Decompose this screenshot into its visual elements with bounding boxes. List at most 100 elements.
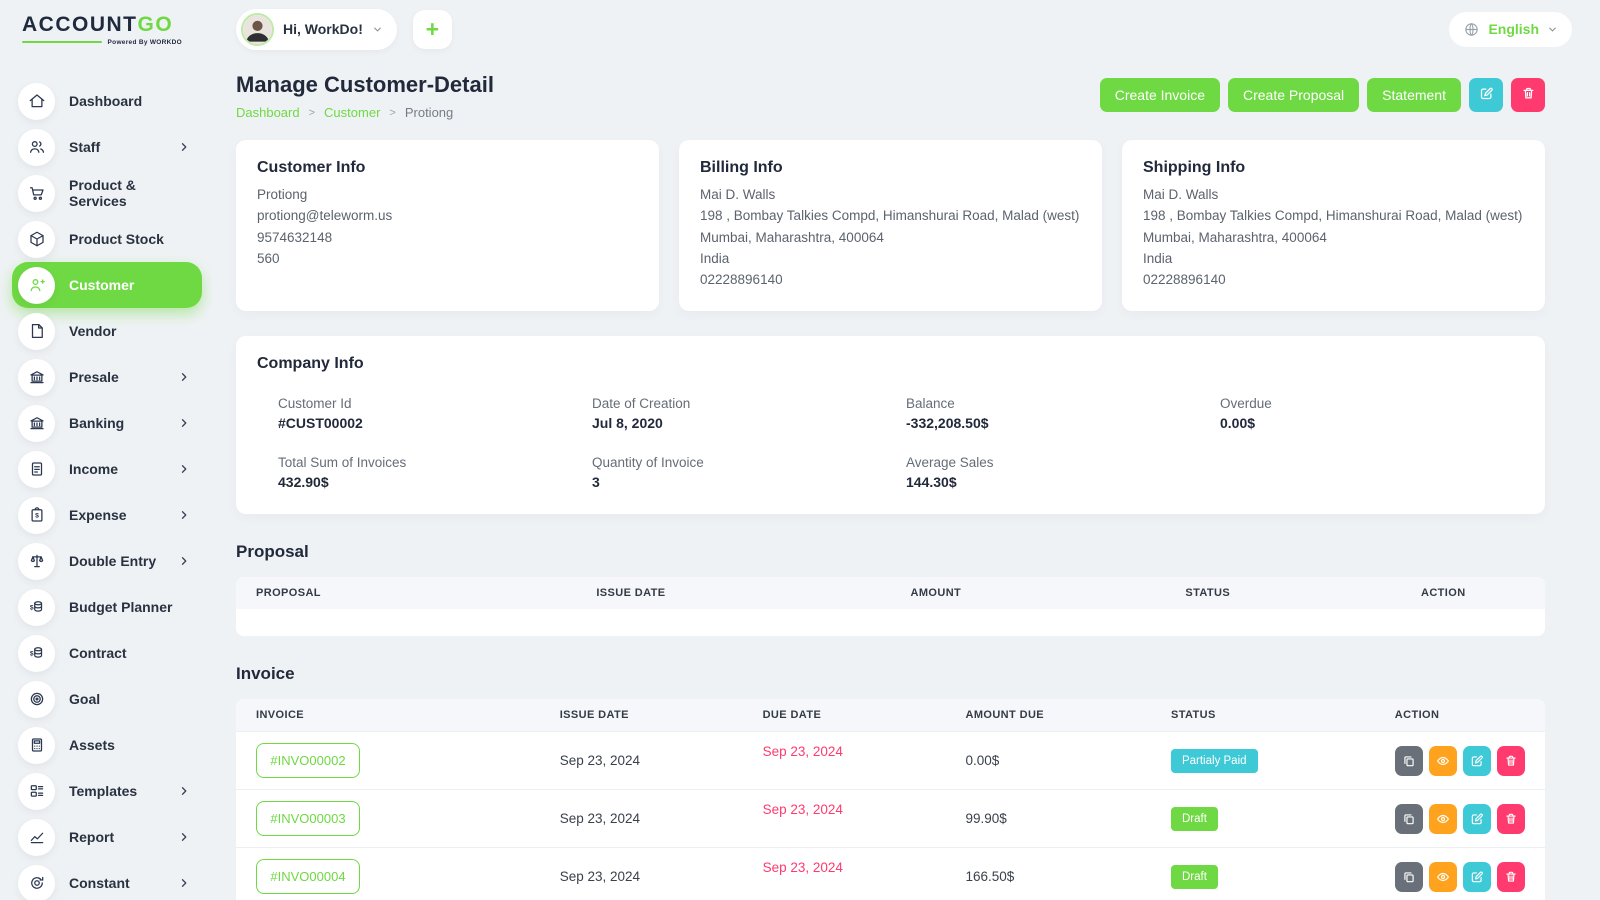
invoice-row-actions <box>1375 793 1545 845</box>
delete-invoice-button[interactable] <box>1497 804 1525 834</box>
document-icon <box>18 451 55 488</box>
invoice-table: INVOICEISSUE DATEDUE DATEAMOUNT DUESTATU… <box>236 699 1545 900</box>
brand-logo[interactable]: ACCOUNTGO Powered By WORKDO <box>0 0 212 58</box>
coins-icon: $ <box>18 589 55 626</box>
sidebar-item-staff[interactable]: Staff <box>12 124 202 170</box>
sidebar-item-customer[interactable]: Customer <box>12 262 202 308</box>
edit-invoice-button[interactable] <box>1463 862 1491 892</box>
shipping-info-card: Shipping Info Mai D. Walls198 , Bombay T… <box>1122 140 1545 311</box>
users-icon <box>18 129 55 166</box>
duplicate-invoice-button[interactable] <box>1395 862 1423 892</box>
gear-refresh-icon <box>18 865 55 900</box>
create-proposal-button[interactable]: Create Proposal <box>1228 78 1359 112</box>
duplicate-invoice-button[interactable] <box>1395 804 1423 834</box>
bank-icon <box>18 359 55 396</box>
brand-name-account: ACCOUNT <box>22 13 138 36</box>
create-invoice-button[interactable]: Create Invoice <box>1100 78 1220 112</box>
sidebar-item-expense[interactable]: $Expense <box>12 492 202 538</box>
sidebar-item-label: Product Stock <box>69 231 190 247</box>
invoice-id-link[interactable]: #INVO00003 <box>256 801 360 836</box>
customer-info-card: Customer Info Protiongprotiong@teleworm.… <box>236 140 659 311</box>
breadcrumb-item-protiong: Protiong <box>405 105 453 120</box>
invoice-id-link[interactable]: #INVO00002 <box>256 743 360 778</box>
breadcrumb-item-dashboard[interactable]: Dashboard <box>236 105 300 120</box>
eye-icon <box>1436 754 1450 768</box>
home-icon <box>18 83 55 120</box>
language-selector[interactable]: English <box>1449 12 1572 47</box>
edit-invoice-button[interactable] <box>1463 804 1491 834</box>
copy-icon <box>1402 812 1416 826</box>
view-invoice-button[interactable] <box>1429 862 1457 892</box>
sidebar-item-product-stock[interactable]: Product Stock <box>12 216 202 262</box>
calculator-icon <box>18 727 55 764</box>
invoice-issue-date: Sep 23, 2024 <box>540 858 743 895</box>
invoice-table-row: #INVO00002Sep 23, 2024Sep 23, 20240.00$P… <box>236 731 1545 789</box>
svg-text:$: $ <box>29 605 33 612</box>
user-menu[interactable]: Hi, WorkDo! <box>236 9 397 50</box>
sidebar-item-contract[interactable]: $Contract <box>12 630 202 676</box>
company-field-overdue: Overdue0.00$ <box>1220 396 1524 431</box>
brand-powered-by: Powered By WORKDO <box>108 39 182 46</box>
sidebar-item-product-services[interactable]: Product & Services <box>12 170 202 216</box>
sidebar-item-label: Product & Services <box>69 177 190 209</box>
invoice-status-badge: Partialy Paid <box>1171 749 1258 773</box>
coins-icon: $ <box>18 635 55 672</box>
edit-icon <box>1470 812 1484 826</box>
sidebar-item-presale[interactable]: Presale <box>12 354 202 400</box>
template-icon <box>18 773 55 810</box>
invoice-col-invoice: INVOICE <box>236 699 540 731</box>
breadcrumb-item-customer[interactable]: Customer <box>324 105 380 120</box>
copy-icon <box>1402 870 1416 884</box>
shipping-info-line: 198 , Bombay Talkies Compd, Himanshurai … <box>1143 207 1524 224</box>
view-invoice-button[interactable] <box>1429 746 1457 776</box>
proposal-section-title: Proposal <box>236 542 1545 562</box>
field-label: Quantity of Invoice <box>592 455 896 470</box>
edit-invoice-button[interactable] <box>1463 746 1491 776</box>
delete-customer-button[interactable] <box>1511 78 1545 112</box>
invoice-amount-due: 166.50$ <box>945 858 1151 895</box>
customer-info-title: Customer Info <box>257 159 638 177</box>
delete-invoice-button[interactable] <box>1497 746 1525 776</box>
invoice-col-action: ACTION <box>1375 699 1545 731</box>
chevron-right-icon <box>178 831 190 843</box>
customer-info-line: 560 <box>257 250 638 267</box>
chevron-right-icon <box>178 141 190 153</box>
sidebar-item-vendor[interactable]: Vendor <box>12 308 202 354</box>
statement-button[interactable]: Statement <box>1367 78 1461 112</box>
field-label: Customer Id <box>278 396 582 411</box>
duplicate-invoice-button[interactable] <box>1395 746 1423 776</box>
invoice-status-badge: Draft <box>1171 807 1218 831</box>
globe-icon <box>1463 21 1480 38</box>
cart-icon <box>18 175 55 212</box>
quick-add-button[interactable]: + <box>413 10 452 49</box>
shipping-info-title: Shipping Info <box>1143 159 1524 177</box>
invoice-id-link[interactable]: #INVO00004 <box>256 859 360 894</box>
page-header: Manage Customer-Detail Dashboard>Custome… <box>236 72 1545 120</box>
target-icon <box>18 681 55 718</box>
trash-icon <box>1504 812 1518 826</box>
delete-invoice-button[interactable] <box>1497 862 1525 892</box>
shipping-info-line: Mumbai, Maharashtra, 400064 <box>1143 229 1524 246</box>
sidebar-item-banking[interactable]: Banking <box>12 400 202 446</box>
edit-customer-button[interactable] <box>1469 78 1503 112</box>
sidebar-item-budget-planner[interactable]: $ Budget Planner <box>12 584 202 630</box>
sidebar-item-assets[interactable]: Assets <box>12 722 202 768</box>
invoice-due-date: Sep 23, 2024 <box>763 860 843 875</box>
sidebar-item-income[interactable]: Income <box>12 446 202 492</box>
edit-icon <box>1470 870 1484 884</box>
sidebar-item-report[interactable]: Report <box>12 814 202 860</box>
trash-icon <box>1504 870 1518 884</box>
sidebar-item-label: Budget Planner <box>69 599 190 615</box>
greeting-text: Hi, WorkDo! <box>283 21 363 37</box>
company-field-customer-id: Customer Id#CUST00002 <box>278 396 582 431</box>
view-invoice-button[interactable] <box>1429 804 1457 834</box>
chevron-right-icon <box>178 877 190 889</box>
sidebar-item-dashboard[interactable]: Dashboard <box>12 78 202 124</box>
edit-icon <box>1479 86 1494 104</box>
sidebar-item-templates[interactable]: Templates <box>12 768 202 814</box>
invoice-col-due-date: DUE DATE <box>743 699 946 731</box>
sidebar-item-constant[interactable]: Constant <box>12 860 202 900</box>
invoice-issue-date: Sep 23, 2024 <box>540 742 743 779</box>
sidebar-item-double-entry[interactable]: Double Entry <box>12 538 202 584</box>
sidebar-item-goal[interactable]: Goal <box>12 676 202 722</box>
